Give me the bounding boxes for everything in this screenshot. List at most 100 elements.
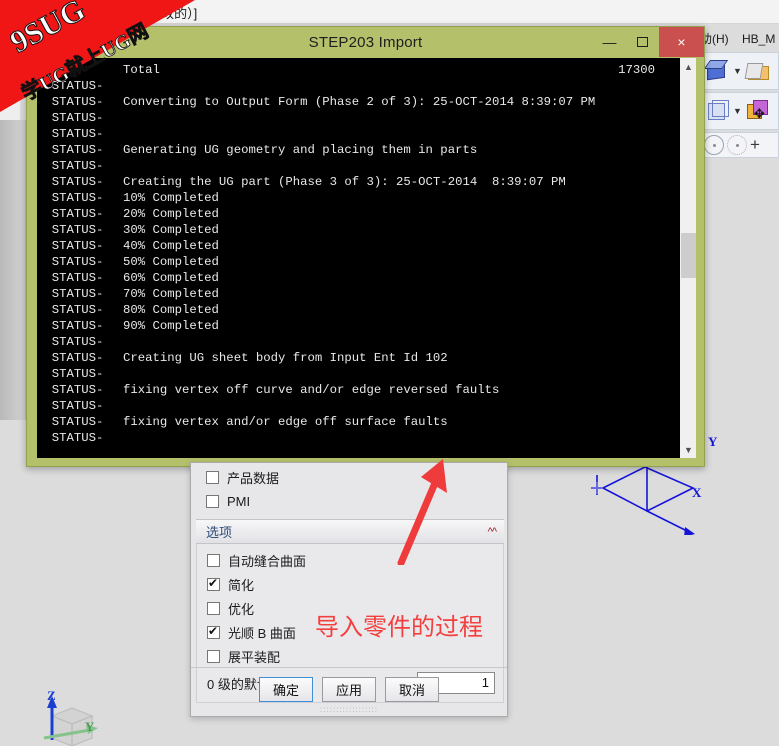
background-window-title: prt（修改的）]	[120, 6, 198, 21]
scrollbar-thumb[interactable]	[681, 233, 696, 278]
checkbox-icon[interactable]	[207, 601, 220, 615]
minimize-icon: —	[602, 34, 617, 50]
console-line: STATUS-	[37, 126, 679, 142]
console-body: Total 17300 STATUS- STATUS- Converting to …	[37, 58, 696, 458]
scroll-down-icon[interactable]: ▼	[680, 441, 697, 458]
console-line-text: Creating UG sheet body from Input Ent Id…	[123, 351, 448, 365]
option-checkbox-row[interactable]: 自动缝合曲面	[197, 548, 503, 572]
console-output: Total 17300 STATUS- STATUS- Converting to …	[37, 58, 679, 458]
chevron-up-icon[interactable]: ^^	[488, 526, 497, 538]
maximize-button[interactable]	[626, 27, 659, 57]
maximize-icon	[637, 37, 648, 47]
close-button[interactable]: ×	[659, 27, 704, 57]
checkbox-icon[interactable]	[207, 576, 220, 591]
console-line-text: 50% Completed	[123, 255, 219, 269]
console-line-prefix: STATUS-	[37, 319, 104, 333]
checkbox-icon[interactable]	[207, 649, 220, 663]
step-import-options-dialog: 产品数据PMI 选项 ^^ 自动缝合曲面简化优化光顺 B 曲面展平装配 0 级的…	[190, 462, 508, 717]
close-icon: ×	[677, 34, 686, 50]
console-line: Total 17300	[37, 62, 679, 78]
option-checkbox-row[interactable]: 简化	[197, 572, 503, 596]
console-line-prefix: STATUS-	[37, 79, 104, 93]
background-window-titlebar: prt（修改的）]	[0, 0, 779, 24]
console-line-prefix: STATUS-	[37, 287, 104, 301]
console-line: STATUS-fixing vertex and/or edge off sur…	[37, 414, 679, 430]
console-line-prefix: STATUS-	[37, 303, 104, 317]
option-checkbox-row[interactable]: 展平装配	[197, 644, 503, 668]
console-line: STATUS- 50% Completed	[37, 254, 679, 270]
top-checkbox-group: 产品数据 PMI	[196, 465, 504, 513]
minimize-button[interactable]: —	[593, 27, 626, 57]
background-resource-bar	[0, 120, 26, 420]
x-axis-arrow	[684, 527, 695, 535]
console-line-prefix: STATUS-	[37, 367, 104, 381]
console-line-prefix: STATUS-	[37, 415, 104, 429]
dialog-button[interactable]: 取消	[385, 677, 439, 702]
chevron-down-icon[interactable]: ▼	[733, 58, 742, 84]
solid-cube-icon[interactable]	[704, 58, 730, 84]
scroll-up-icon[interactable]: ▲	[680, 58, 697, 75]
resize-grip[interactable]: ::::::::::::::::::	[191, 705, 507, 714]
console-line-prefix: STATUS-	[37, 399, 104, 413]
console-scrollbar[interactable]: ▲ ▼	[679, 58, 696, 458]
move-object-icon[interactable]: ✥	[745, 98, 771, 124]
console-line: STATUS- Creating the UG part (Phase 3 of …	[37, 174, 679, 190]
console-line-text: Creating the UG part (Phase 3 of 3): 25-…	[123, 175, 566, 189]
console-line: STATUS- 10% Completed	[37, 190, 679, 206]
console-line-text: Generating UG geometry and placing them …	[123, 143, 478, 157]
console-line: STATUS-	[37, 430, 679, 446]
annotation-arrow	[397, 459, 447, 565]
console-line: STATUS- 30% Completed	[37, 222, 679, 238]
window-controls: — ×	[593, 27, 704, 57]
toolbar-row-solids[interactable]: ▼	[700, 52, 779, 90]
console-line: STATUS- 70% Completed	[37, 286, 679, 302]
console-line-prefix: STATUS-	[37, 175, 104, 189]
console-line-prefix: STATUS-	[37, 351, 104, 365]
checkbox-icon[interactable]	[206, 470, 219, 484]
console-line-prefix: STATUS-	[37, 239, 104, 253]
toolbar-row-view[interactable]: ▼ ✥	[700, 92, 779, 130]
console-line-text: 80% Completed	[123, 303, 219, 317]
option-checkbox-label: 自动缝合曲面	[228, 553, 307, 569]
console-line-prefix: STATUS-	[37, 271, 104, 285]
wcs-x-label: X	[692, 485, 702, 500]
console-line-prefix: STATUS-	[37, 159, 104, 173]
orientation-triad	[43, 696, 98, 746]
toolbar-row-snap[interactable]: +	[700, 132, 779, 158]
open-folder-icon[interactable]	[745, 58, 771, 84]
chevron-down-icon[interactable]: ▼	[733, 98, 742, 124]
dialog-button[interactable]: 确定	[259, 677, 313, 702]
dialog-button-bar: 确定 应用 取消	[191, 667, 507, 702]
console-line-text: fixing vertex off curve and/or edge reve…	[123, 383, 500, 397]
console-line-text: 90% Completed	[123, 319, 219, 333]
option-checkbox-label: 简化	[228, 577, 255, 593]
console-line: STATUS- 60% Completed	[37, 270, 679, 286]
console-line-prefix: STATUS-	[37, 223, 104, 237]
console-line-prefix: STATUS-	[37, 95, 104, 109]
console-titlebar[interactable]: STEP203 Import — ×	[27, 27, 704, 57]
top-checkbox-row[interactable]: PMI	[196, 489, 504, 513]
console-line: STATUS-	[37, 366, 679, 382]
plus-icon[interactable]: +	[750, 135, 760, 155]
console-line-prefix: STATUS-	[37, 143, 104, 157]
circle-icon[interactable]	[727, 135, 747, 155]
checkbox-icon[interactable]	[207, 624, 220, 639]
console-line: STATUS- 80% Completed	[37, 302, 679, 318]
options-section-header[interactable]: 选项 ^^	[196, 519, 504, 544]
console-window-title: STEP203 Import	[308, 33, 423, 51]
point-icon[interactable]	[704, 135, 724, 155]
step203-import-window: STEP203 Import — × Total 17300 STATUS- ST…	[26, 26, 705, 467]
console-line: STATUS-	[37, 110, 679, 126]
checkbox-icon[interactable]	[207, 553, 220, 567]
background-left-strip	[0, 24, 20, 124]
top-checkbox-label: 产品数据	[227, 470, 280, 486]
checkbox-icon[interactable]	[206, 494, 219, 508]
wireframe-cube-icon[interactable]	[704, 98, 730, 124]
console-line-text: 10% Completed	[123, 191, 219, 205]
top-checkbox-row[interactable]: 产品数据	[196, 465, 504, 489]
console-line-text: 30% Completed	[123, 223, 219, 237]
dialog-button[interactable]: 应用	[322, 677, 376, 702]
background-menubar[interactable]: 助(H) HB_M	[700, 30, 779, 47]
menu-item-hb[interactable]: HB_M	[742, 32, 775, 46]
option-checkbox-label: 展平装配	[228, 649, 281, 665]
